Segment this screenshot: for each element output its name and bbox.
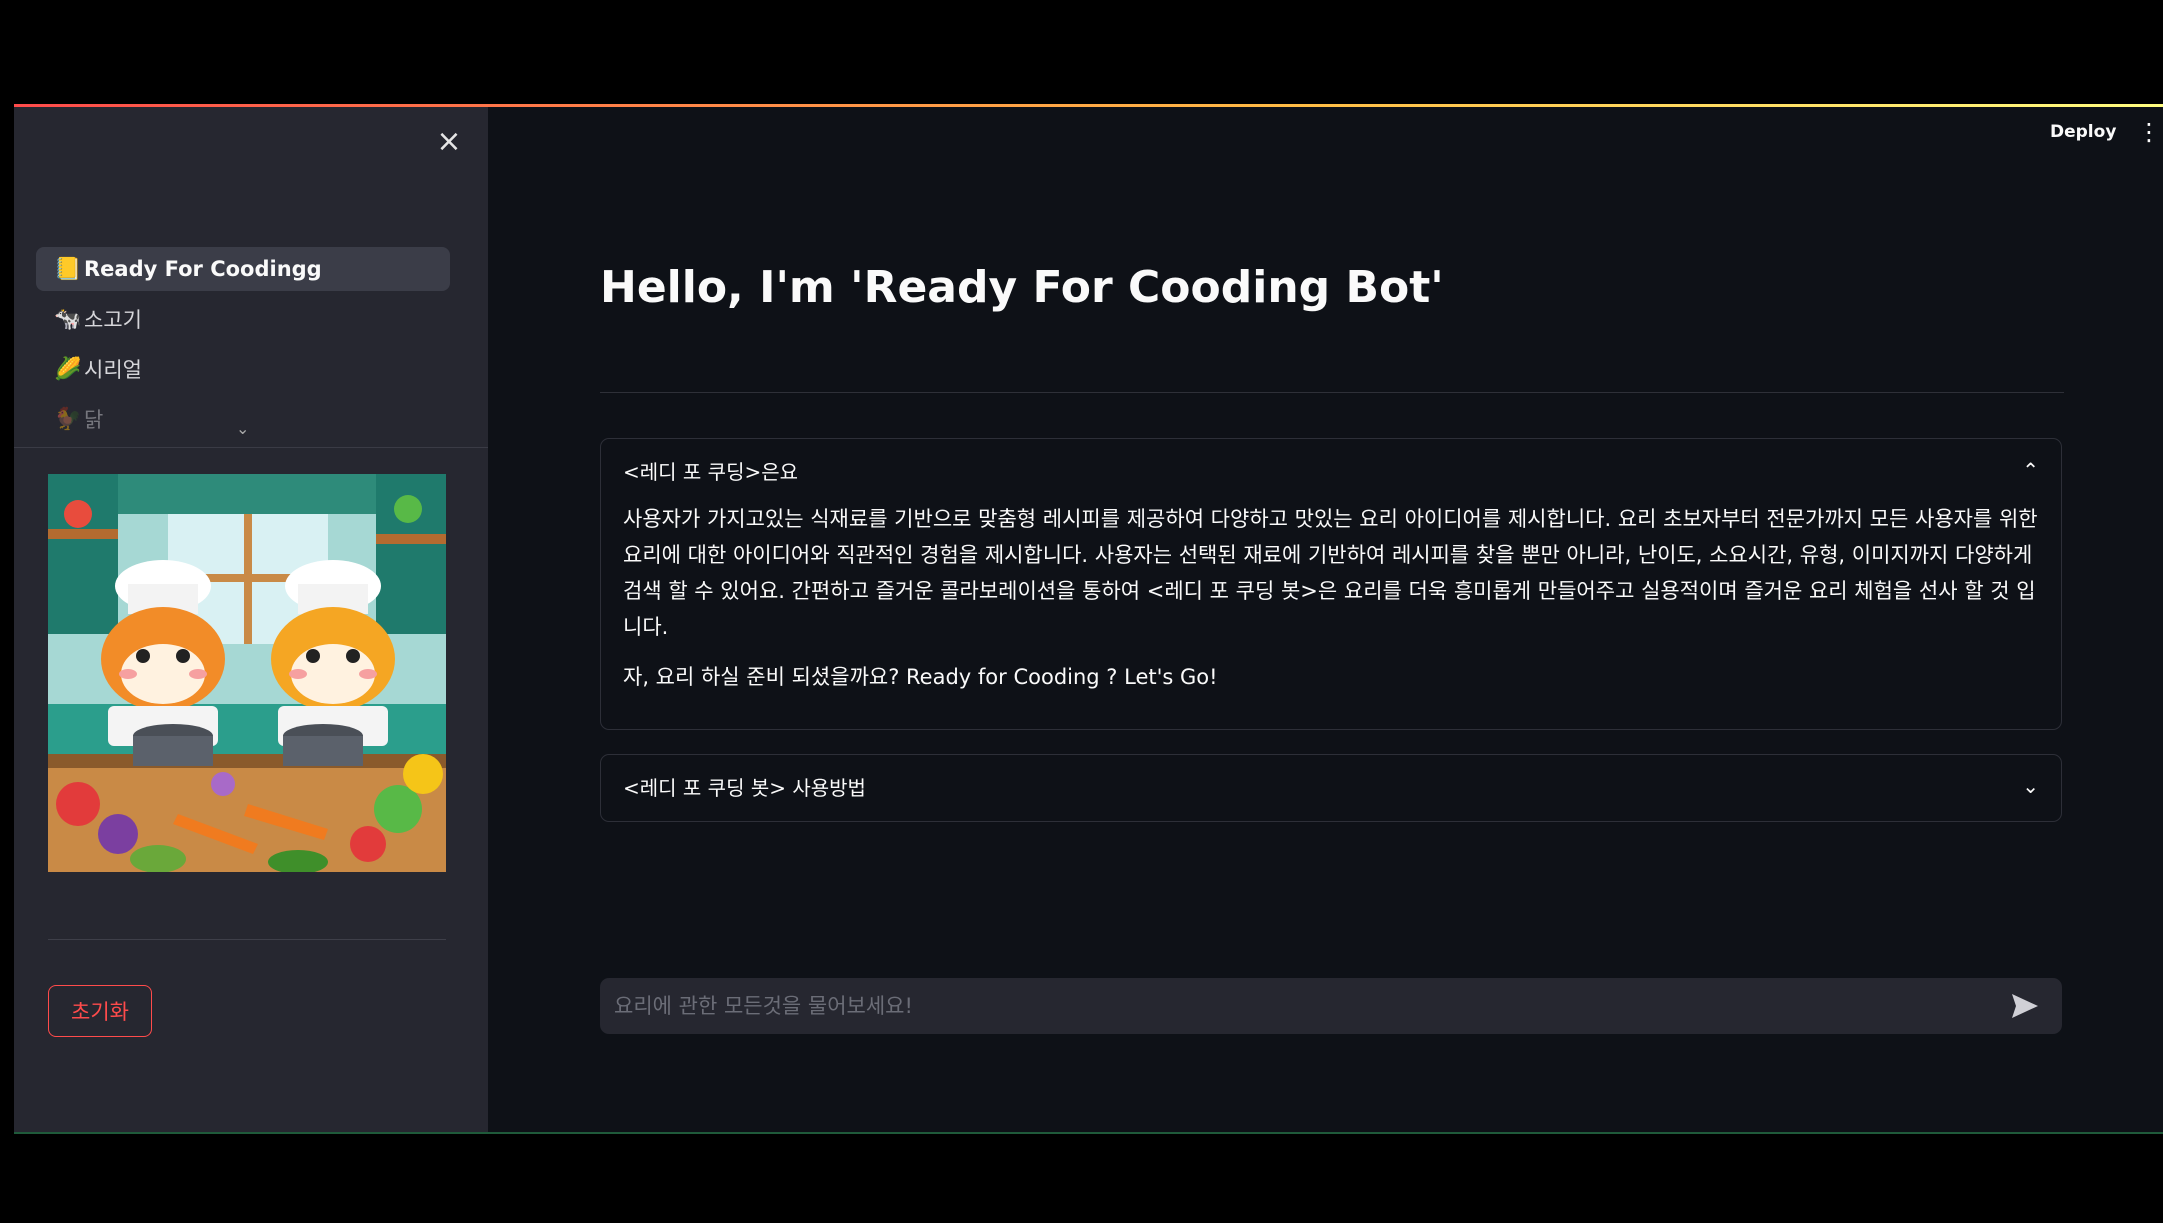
footer-decoration bbox=[14, 1132, 2163, 1134]
main-menu-icon[interactable]: ⋮ bbox=[2137, 118, 2161, 146]
sidebar-divider bbox=[48, 939, 446, 940]
expander-label: <레디 포 쿠딩>은요 bbox=[623, 459, 799, 484]
sidebar-item-ready-for-coodingg[interactable]: 📒 Ready For Coodingg bbox=[36, 247, 450, 291]
sidebar-divider bbox=[14, 447, 488, 448]
expander-label: <레디 포 쿠딩 봇> 사용방법 bbox=[623, 775, 866, 800]
chat-input[interactable] bbox=[600, 978, 1980, 1034]
reset-button[interactable]: 초기화 bbox=[48, 985, 152, 1037]
sidebar-item-cereal[interactable]: 🌽 시리얼 bbox=[36, 347, 450, 391]
sidebar-nav: 📒 Ready For Coodingg 🐄 소고기 🌽 시리얼 🐓 닭 bbox=[36, 247, 450, 437]
chevron-up-icon: ⌃ bbox=[2022, 458, 2039, 482]
chevron-down-icon: ⌄ bbox=[2022, 774, 2039, 798]
close-sidebar-icon[interactable]: × bbox=[434, 127, 464, 157]
title-divider bbox=[600, 392, 2064, 393]
send-icon[interactable] bbox=[2010, 992, 2040, 1020]
sidebar-item-label: Ready For Coodingg bbox=[84, 257, 322, 281]
sidebar: × 📒 Ready For Coodingg 🐄 소고기 🌽 시리얼 🐓 닭 ⌄ bbox=[14, 107, 488, 1132]
about-paragraph: 자, 요리 하실 준비 되셨을까요? Ready for Cooding ? L… bbox=[623, 665, 1218, 689]
expander-how-to-use: <레디 포 쿠딩 봇> 사용방법 ⌄ bbox=[600, 754, 2062, 822]
cow-icon: 🐄 bbox=[54, 306, 82, 332]
sidebar-item-label: 시리얼 bbox=[84, 358, 142, 382]
chef-cats-illustration bbox=[48, 474, 446, 872]
expander-how-to-use-header[interactable]: <레디 포 쿠딩 봇> 사용방법 ⌄ bbox=[601, 755, 2061, 817]
notebook-icon: 📒 bbox=[54, 256, 82, 282]
corn-icon: 🌽 bbox=[54, 356, 82, 382]
expand-nav-chevron-icon[interactable]: ⌄ bbox=[236, 419, 249, 438]
expander-about-header[interactable]: <레디 포 쿠딩>은요 ⌃ bbox=[601, 439, 2061, 501]
rooster-icon: 🐓 bbox=[54, 406, 82, 432]
sidebar-item-beef[interactable]: 🐄 소고기 bbox=[36, 297, 450, 341]
about-paragraph: 사용자가 가지고있는 식재료를 기반으로 맞춤형 레시피를 제공하여 다양하고 … bbox=[623, 507, 2038, 639]
sidebar-item-label: 닭 bbox=[84, 408, 104, 432]
expander-about-content: 사용자가 가지고있는 식재료를 기반으로 맞춤형 레시피를 제공하여 다양하고 … bbox=[601, 501, 2061, 695]
page-title: Hello, I'm 'Ready For Cooding Bot' bbox=[600, 262, 1444, 313]
app-window: × 📒 Ready For Coodingg 🐄 소고기 🌽 시리얼 🐓 닭 ⌄ bbox=[14, 104, 2163, 1134]
chat-input-container bbox=[600, 978, 2062, 1034]
deploy-button[interactable]: Deploy bbox=[2050, 122, 2116, 142]
sidebar-item-label: 소고기 bbox=[84, 308, 142, 332]
expander-about: <레디 포 쿠딩>은요 ⌃ 사용자가 가지고있는 식재료를 기반으로 맞춤형 레… bbox=[600, 438, 2062, 730]
